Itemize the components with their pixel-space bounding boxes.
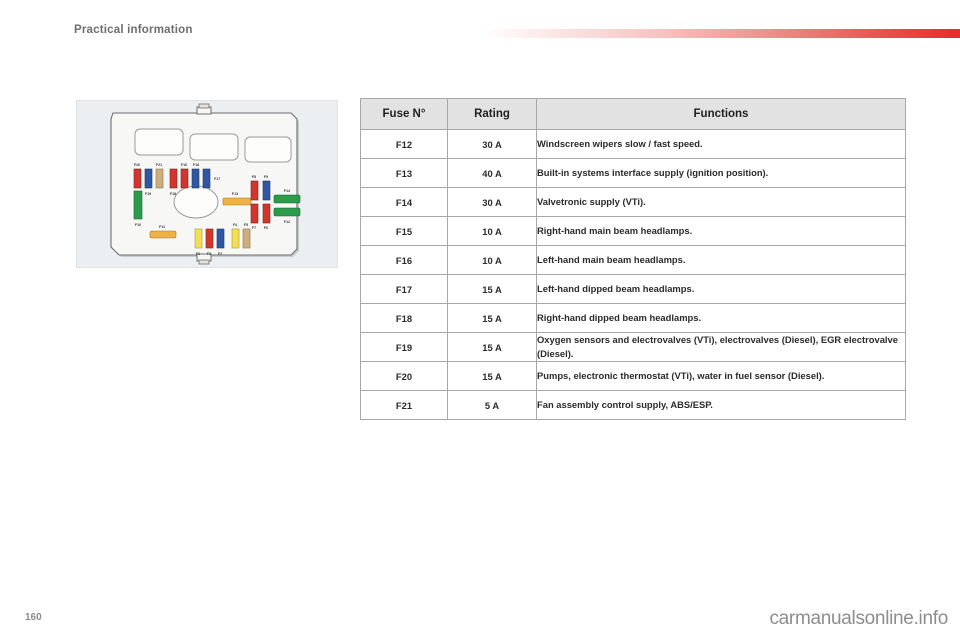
svg-text:F12: F12	[284, 220, 290, 224]
svg-text:F14: F14	[284, 189, 290, 193]
svg-text:F11: F11	[159, 225, 165, 229]
cell-rating: 30 A	[447, 129, 537, 159]
cell-fuse-number: F19	[360, 332, 448, 362]
cell-fuse-number: F18	[360, 303, 448, 333]
fusebox-diagram-panel: F20 F19 F21 F18 F16 F18 F17 F10 F13 F8 F…	[76, 100, 338, 268]
svg-text:F19: F19	[145, 192, 151, 196]
cell-fuse-number: F21	[360, 390, 448, 420]
column-header-fuse-number: Fuse N°	[360, 98, 448, 130]
svg-text:F1: F1	[196, 252, 200, 256]
page-header: Practical information	[0, 0, 960, 58]
cell-rating: 40 A	[447, 158, 537, 188]
cell-rating: 30 A	[447, 187, 537, 217]
cell-functions: Built-in systems interface supply (ignit…	[536, 158, 906, 188]
svg-text:F6: F6	[264, 226, 268, 230]
svg-text:F9: F9	[264, 175, 268, 179]
table-row: F12 30 A Windscreen wipers slow / fast spe…	[360, 129, 906, 159]
cell-functions: Windscreen wipers slow / fast speed.	[536, 129, 906, 159]
table-row: F18 15 A Right-hand dipped beam headlamps.	[360, 303, 906, 333]
cell-functions: Oxygen sensors and electrovalves (VTi), …	[536, 332, 906, 362]
cell-fuse-number: F16	[360, 245, 448, 275]
cell-fuse-number: F13	[360, 158, 448, 188]
svg-text:F21: F21	[156, 163, 162, 167]
cell-functions: Left-hand main beam headlamps.	[536, 245, 906, 275]
cell-rating: 5 A	[447, 390, 537, 420]
cell-fuse-number: F20	[360, 361, 448, 391]
cell-rating: 10 A	[447, 245, 537, 275]
svg-text:F3: F3	[207, 252, 211, 256]
cell-functions: Valvetronic supply (VTi).	[536, 187, 906, 217]
svg-text:F18: F18	[193, 163, 199, 167]
column-header-functions: Functions	[536, 98, 906, 130]
page-number: 160	[25, 612, 42, 623]
cell-rating: 10 A	[447, 216, 537, 246]
table-row: F15 10 A Right-hand main beam headlamps.	[360, 216, 906, 246]
fuse-table: Fuse N° Rating Functions F12 30 A Windscre…	[360, 98, 906, 420]
cell-fuse-number: F17	[360, 274, 448, 304]
table-row: F20 15 A Pumps, electronic thermostat (VTi…	[360, 361, 906, 391]
cell-rating: 15 A	[447, 303, 537, 333]
fusebox-diagram-image: F20 F19 F21 F18 F16 F18 F17 F10 F13 F8 F…	[110, 103, 301, 265]
svg-text:F16: F16	[181, 163, 187, 167]
cell-functions: Fan assembly control supply, ABS/ESP.	[536, 390, 906, 420]
cell-fuse-number: F12	[360, 129, 448, 159]
svg-text:F2: F2	[218, 252, 222, 256]
svg-text:F18: F18	[170, 192, 176, 196]
site-watermark: carmanualsonline.info	[769, 608, 948, 629]
svg-text:F4: F4	[233, 223, 237, 227]
table-row: F17 15 A Left-hand dipped beam headlamps.	[360, 274, 906, 304]
cell-functions: Right-hand main beam headlamps.	[536, 216, 906, 246]
table-row: F14 30 A Valvetronic supply (VTi).	[360, 187, 906, 217]
page-title: Practical information	[74, 24, 193, 36]
cell-functions: Right-hand dipped beam headlamps.	[536, 303, 906, 333]
cell-rating: 15 A	[447, 361, 537, 391]
svg-text:F17: F17	[214, 177, 220, 181]
table-row: F16 10 A Left-hand main beam headlamps.	[360, 245, 906, 275]
svg-text:F8: F8	[252, 175, 256, 179]
table-row: F21 5 A Fan assembly control supply, ABS/E…	[360, 390, 906, 420]
fuse-table-header: Fuse N° Rating Functions	[360, 98, 906, 130]
cell-fuse-number: F15	[360, 216, 448, 246]
cell-rating: 15 A	[447, 332, 537, 362]
cell-functions: Pumps, electronic thermostat (VTi), wate…	[536, 361, 906, 391]
cell-functions: Left-hand dipped beam headlamps.	[536, 274, 906, 304]
fuse-table-body: F12 30 A Windscreen wipers slow / fast spe…	[360, 129, 906, 420]
table-header-row: Fuse N° Rating Functions	[360, 98, 906, 130]
svg-text:F7: F7	[252, 226, 256, 230]
fuse-table-container: Fuse N° Rating Functions F12 30 A Windscre…	[360, 98, 906, 420]
table-row: F19 15 A Oxygen sensors and electrovalves …	[360, 332, 906, 362]
cell-rating: 15 A	[447, 274, 537, 304]
table-row: F13 40 A Built-in systems interface supply…	[360, 158, 906, 188]
header-gradient-rule	[480, 29, 960, 38]
cell-fuse-number: F14	[360, 187, 448, 217]
svg-text:F20: F20	[134, 163, 140, 167]
column-header-rating: Rating	[447, 98, 537, 130]
svg-text:F13: F13	[232, 192, 238, 196]
svg-text:F5: F5	[244, 223, 248, 227]
svg-text:F10: F10	[135, 223, 141, 227]
